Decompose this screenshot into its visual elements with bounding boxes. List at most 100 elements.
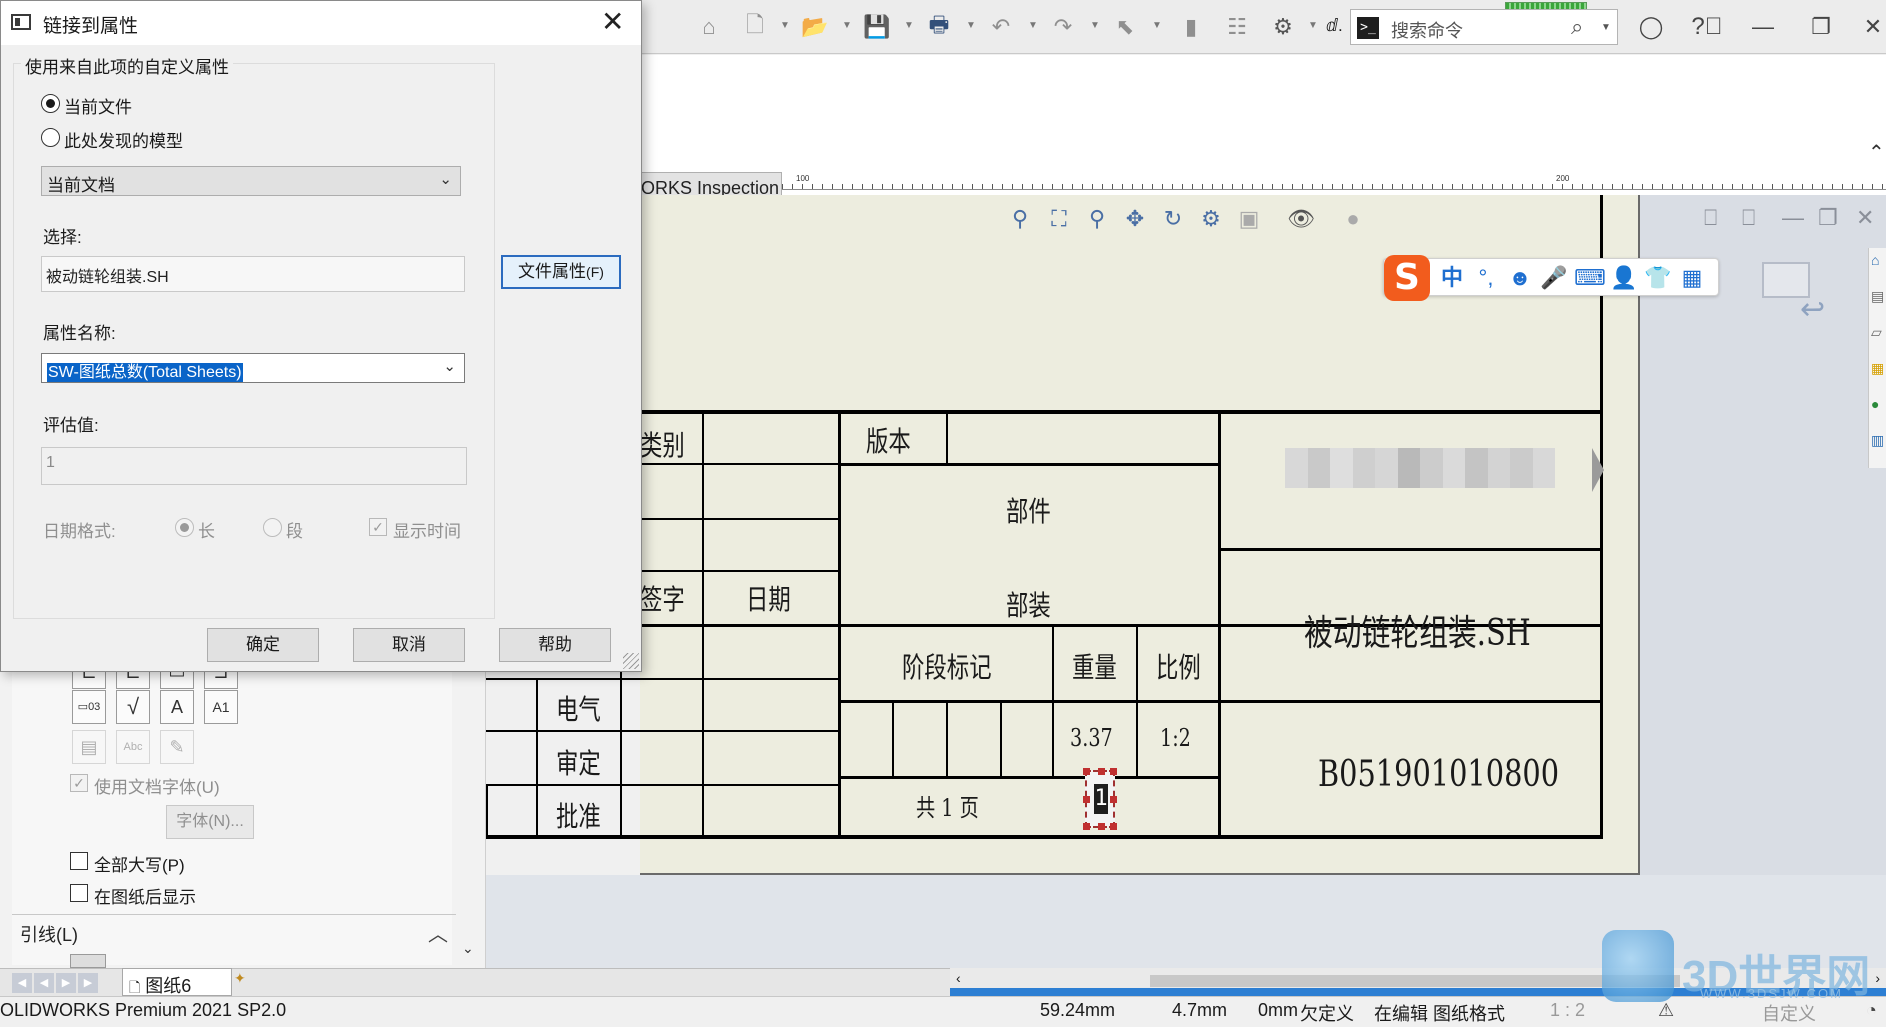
scroll-thumb[interactable] <box>1150 975 1680 987</box>
hide-show-icon[interactable]: 👁 <box>1286 204 1316 234</box>
emoji-icon[interactable]: ☻ <box>1506 263 1534 293</box>
microphone-icon[interactable]: 🎤 <box>1540 263 1568 293</box>
file-explorer-icon[interactable]: ▱ <box>1871 324 1882 341</box>
datum-feature-icon[interactable]: A1 <box>204 690 238 724</box>
minimize-icon[interactable]: — <box>1748 12 1778 42</box>
expand-arrow-icon[interactable] <box>1592 448 1604 492</box>
truncated-menu-label[interactable]: ⅆ. <box>1326 16 1343 36</box>
cell-part[interactable]: 部件 <box>1006 490 1051 530</box>
chevron-down-icon[interactable]: ▼ <box>1152 20 1162 31</box>
sheet-scale[interactable]: 1 : 2 <box>1550 1000 1585 1021</box>
keyboard-icon[interactable]: ⌨ <box>1574 263 1606 293</box>
apps-grid-icon[interactable]: ▦ <box>1678 263 1706 293</box>
source-document-select[interactable]: 当前文档 ⌄ <box>41 166 461 196</box>
scroll-right-icon[interactable]: › <box>1875 970 1880 986</box>
warning-icon[interactable]: ⚠ <box>1658 1000 1674 1021</box>
zoom-to-fit-icon[interactable]: ⚲ <box>1005 204 1035 234</box>
undo-icon[interactable]: ↶ <box>986 12 1016 42</box>
surface-finish-icon[interactable]: √ <box>116 690 150 724</box>
model-found-label[interactable]: 此处发现的模型 <box>64 127 183 152</box>
custom-properties-icon[interactable]: ▥ <box>1871 432 1884 449</box>
current-file-label[interactable]: 当前文件 <box>64 93 132 118</box>
leader-style-icon[interactable] <box>70 954 106 968</box>
selected-file-field[interactable]: 被动链轮组装.SH <box>41 256 465 292</box>
cell-weight[interactable]: 重量 <box>1072 646 1117 686</box>
cell-approve[interactable]: 批准 <box>556 795 601 835</box>
collapse-arrow-icon[interactable]: ⌃ <box>1868 140 1885 165</box>
rotate-icon[interactable]: ↻ <box>1158 204 1188 234</box>
select-cursor-icon[interactable]: ⬉ <box>1110 12 1140 42</box>
cell-version[interactable]: 版本 <box>866 420 911 460</box>
current-file-radio[interactable] <box>41 94 60 113</box>
first-sheet-icon[interactable]: ◀ <box>12 973 32 993</box>
all-caps-checkbox[interactable] <box>70 852 88 870</box>
last-sheet-icon[interactable]: ▶ <box>78 973 98 993</box>
design-library-icon[interactable]: ▤ <box>1871 288 1884 305</box>
cell-review[interactable]: 审定 <box>556 742 601 782</box>
cell-electrical[interactable]: 电气 <box>556 688 601 728</box>
open-folder-icon[interactable]: 📂 <box>800 12 830 42</box>
ime-punctuation[interactable]: °, <box>1472 263 1500 293</box>
redo-icon[interactable]: ↷ <box>1048 12 1078 42</box>
pan-icon[interactable]: ✥ <box>1120 204 1150 234</box>
sogou-logo[interactable]: S <box>1384 255 1430 301</box>
user-icon[interactable]: 👤 <box>1610 263 1638 293</box>
cell-scale[interactable]: 比例 <box>1156 646 1201 686</box>
palette-icon[interactable]: ▦ <box>1871 360 1884 377</box>
add-sheet-icon[interactable]: ✦ <box>234 970 250 986</box>
appearances-icon[interactable]: ● <box>1871 396 1879 412</box>
drawing-name[interactable]: 被动链轮组装.SH <box>1304 604 1531 656</box>
ime-toolbar[interactable]: S 中 °, ☻ 🎤 ⌨ 👤 👕 ▦ <box>1383 255 1719 301</box>
chevron-down-icon[interactable]: ▼ <box>966 20 976 31</box>
tab-sheet6[interactable]: 🗋 图纸6 <box>122 968 232 996</box>
home-icon[interactable]: ⌂ <box>1871 252 1879 268</box>
cell-signature[interactable]: 签字 <box>640 578 685 618</box>
view-settings-icon[interactable]: ⚙ <box>1196 204 1226 234</box>
property-name-select[interactable]: SW-图纸总数(Total Sheets) ⌄ <box>41 353 465 383</box>
datum-target-icon[interactable]: A <box>160 690 194 724</box>
chevron-up-icon[interactable]: ︿ <box>428 918 448 947</box>
window-right-icon[interactable]: ⎕ <box>1742 205 1755 231</box>
link-property-button[interactable]: ▭03 <box>72 690 106 724</box>
dialog-titlebar[interactable]: 链接到属性 ✕ <box>1 1 641 45</box>
zoom-to-area-icon[interactable]: ⛶ <box>1044 204 1074 234</box>
cell-category[interactable]: 类别 <box>640 424 685 464</box>
cell-assembly[interactable]: 部装 <box>1006 584 1051 624</box>
leader-section-title[interactable]: 引线(L) <box>20 921 78 947</box>
drawing-number[interactable]: B051901010800 <box>1318 754 1559 795</box>
restore-icon[interactable]: ❐ <box>1806 12 1836 42</box>
return-arrow-icon[interactable]: ↩ <box>1800 292 1825 327</box>
scroll-left-icon[interactable]: ‹ <box>956 970 961 986</box>
skin-icon[interactable]: 👕 <box>1644 263 1672 293</box>
file-properties-icon[interactable]: ☷ <box>1222 12 1252 42</box>
chevron-down-icon[interactable]: ▼ <box>1601 22 1611 33</box>
options-gear-icon[interactable]: ⚙ <box>1268 12 1298 42</box>
save-icon[interactable]: 💾 <box>862 12 892 42</box>
chevron-down-icon[interactable]: ▼ <box>842 20 852 31</box>
sheet-total-text[interactable]: 共 1 页 <box>916 788 979 823</box>
resize-grip[interactable] <box>623 653 639 669</box>
ok-button[interactable]: 确定 <box>207 628 319 662</box>
ime-mode[interactable]: 中 <box>1438 263 1466 293</box>
new-document-icon[interactable]: 🗋 <box>740 12 770 42</box>
close-icon[interactable]: ✕ <box>1856 205 1874 231</box>
restore-icon[interactable]: ❐ <box>1818 205 1838 231</box>
search-icon[interactable]: ⌕ <box>1571 14 1583 40</box>
window-left-icon[interactable]: ⎕ <box>1704 205 1717 231</box>
help-button[interactable]: 帮助 <box>499 628 611 662</box>
use-doc-font-checkbox[interactable]: ✓ <box>70 774 88 792</box>
weight-value[interactable]: 3.37 <box>1070 724 1113 752</box>
next-sheet-icon[interactable]: ▶ <box>56 973 76 993</box>
cell-stage-mark[interactable]: 阶段标记 <box>902 646 992 686</box>
close-icon[interactable]: ✕ <box>601 5 624 38</box>
chevron-down-icon[interactable]: ▼ <box>1028 20 1038 31</box>
previous-sheet-icon[interactable]: ◀ <box>34 973 54 993</box>
font-button[interactable]: 字体(N)... <box>166 805 254 839</box>
minimize-icon[interactable]: — <box>1782 205 1804 231</box>
rebuild-icon[interactable]: ▮ <box>1176 12 1206 42</box>
file-properties-button[interactable]: 文件属性(F) <box>501 255 621 289</box>
home-icon[interactable]: ⌂ <box>694 12 724 42</box>
chevron-down-icon[interactable]: ▼ <box>1308 20 1318 31</box>
chevron-down-icon[interactable]: ▼ <box>904 20 914 31</box>
close-icon[interactable]: ✕ <box>1858 12 1886 42</box>
